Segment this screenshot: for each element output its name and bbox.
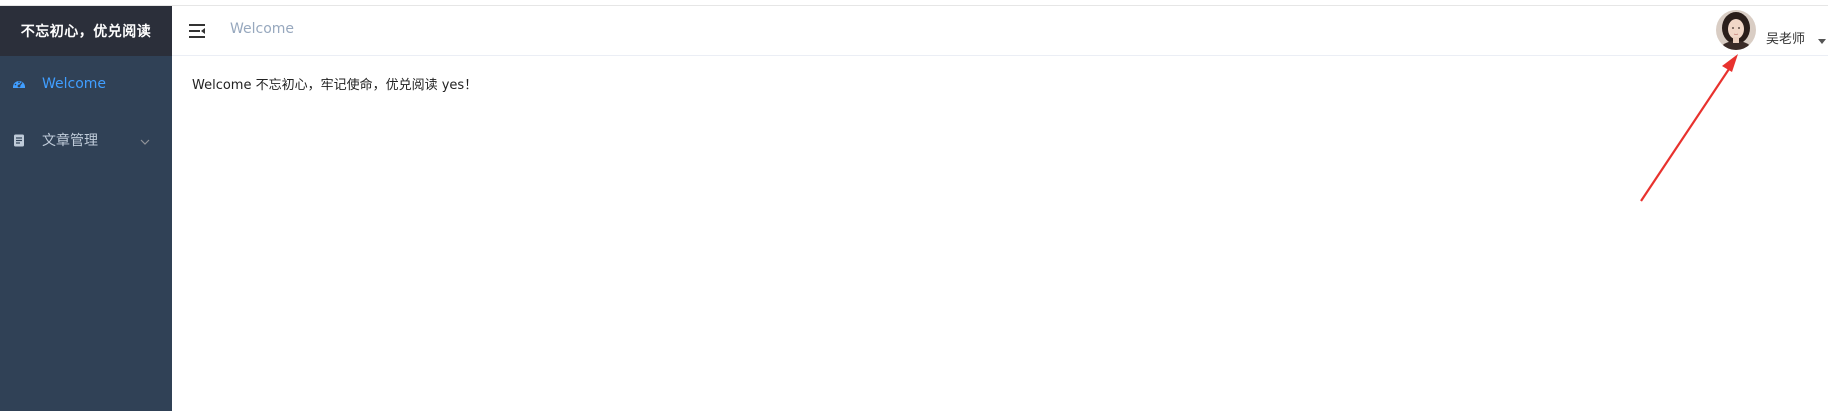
breadcrumb: Welcome <box>230 21 295 37</box>
sidebar-item-label: 文章管理 <box>42 133 98 149</box>
hamburger-icon[interactable] <box>188 22 208 40</box>
dashboard-icon <box>12 77 26 91</box>
sidebar-item-article-management[interactable]: 文章管理 <box>0 112 172 168</box>
document-icon <box>12 133 26 147</box>
sidebar-item-welcome[interactable]: Welcome <box>0 56 172 112</box>
logo-text: 不忘初心，优兑阅读 <box>20 24 152 40</box>
username[interactable]: 吴老师 <box>1766 28 1805 47</box>
chevron-down-icon <box>140 135 150 145</box>
caret-down-icon[interactable] <box>1818 39 1826 44</box>
main-content: Welcome 不忘初心，牢记使命，优兑阅读 yes！ <box>172 56 1828 411</box>
sidebar: 不忘初心，优兑阅读 Welcome 文章管理 <box>0 6 172 411</box>
sidebar-item-label: Welcome <box>42 76 107 92</box>
sidebar-logo[interactable]: 不忘初心，优兑阅读 <box>0 6 172 56</box>
app-root: 不忘初心，优兑阅读 Welcome 文章管理 Welcome 吴老师 Welco… <box>0 0 1828 411</box>
user-avatar[interactable] <box>1716 10 1756 50</box>
navbar: Welcome 吴老师 <box>172 6 1828 56</box>
welcome-message: Welcome 不忘初心，牢记使命，优兑阅读 yes！ <box>192 78 478 93</box>
